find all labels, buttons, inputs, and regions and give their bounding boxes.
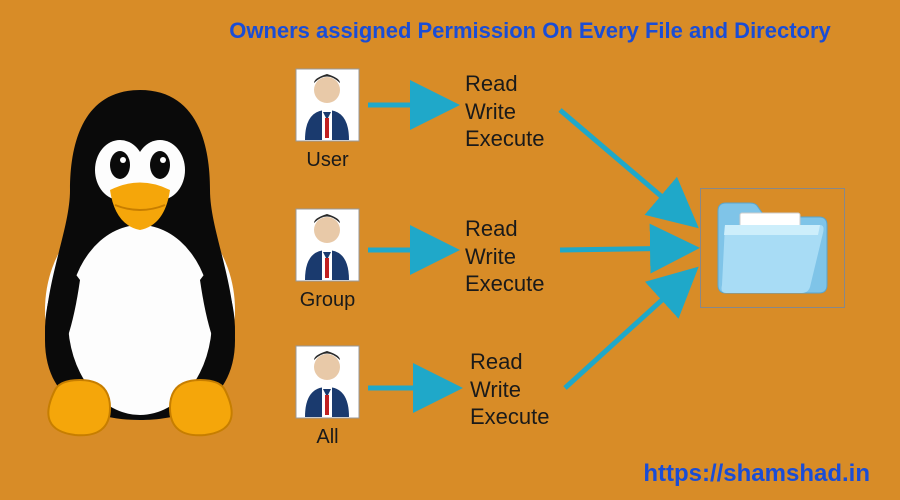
arrow-user-folder — [560, 110, 695, 225]
arrow-group-folder — [560, 248, 695, 250]
owner-group-label: Group — [295, 289, 360, 312]
permissions-user: Read Write Execute — [465, 70, 545, 153]
perm-read: Read — [465, 70, 545, 98]
permissions-group: Read Write Execute — [465, 215, 545, 298]
perm-read: Read — [465, 215, 545, 243]
perm-write: Write — [465, 243, 545, 271]
owner-user-label: User — [295, 149, 360, 172]
diagram-title: Owners assigned Permission On Every File… — [200, 18, 860, 44]
owner-group: Group — [295, 208, 360, 312]
perm-write: Write — [465, 98, 545, 126]
owner-all-label: All — [295, 426, 360, 449]
user-icon — [295, 208, 360, 282]
perm-read: Read — [470, 348, 550, 376]
perm-write: Write — [470, 376, 550, 404]
source-url: https://shamshad.in — [643, 460, 870, 488]
owner-all: All — [295, 345, 360, 449]
folder-icon — [710, 195, 835, 305]
perm-execute: Execute — [470, 403, 550, 431]
permissions-all: Read Write Execute — [470, 348, 550, 431]
user-icon — [295, 68, 360, 142]
user-icon — [295, 345, 360, 419]
owner-user: User — [295, 68, 360, 172]
arrow-all-folder — [565, 270, 695, 388]
perm-execute: Execute — [465, 125, 545, 153]
perm-execute: Execute — [465, 270, 545, 298]
linux-penguin-icon — [15, 80, 265, 445]
